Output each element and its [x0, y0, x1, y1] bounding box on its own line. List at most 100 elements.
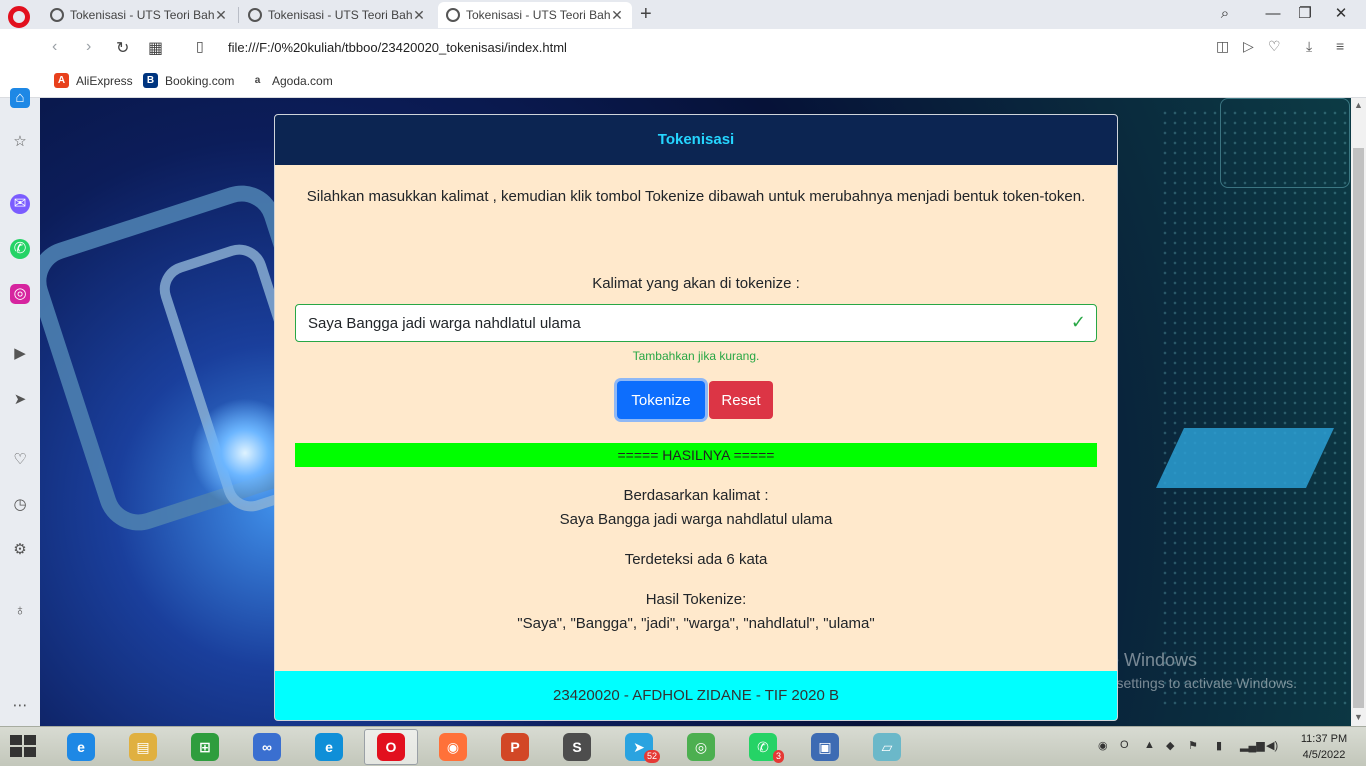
infinity-app-icon: ∞ [253, 733, 281, 761]
globe-icon [50, 8, 64, 22]
file-explorer-icon: ▤ [129, 733, 157, 761]
close-window-icon[interactable]: ✕ [1326, 2, 1356, 26]
bookmark-agoda[interactable]: a Agoda.com [250, 73, 333, 88]
start-windows-icon[interactable] [10, 735, 38, 759]
heart-icon[interactable]: ♡ [1268, 38, 1281, 55]
taskbar-app-telegram[interactable]: ➤ 52 [612, 729, 666, 765]
browser-tab-3-active[interactable]: Tokenisasi - UTS Teori Baha ✕ [438, 2, 632, 28]
close-tab-icon[interactable]: ✕ [610, 7, 624, 24]
taskbar-app-internet-explorer[interactable]: e [54, 729, 108, 765]
tray-network-icon[interactable]: ▂▄▆ [1240, 739, 1265, 752]
based-on-sentence: Saya Bangga jadi warga nahdlatul ulama [559, 511, 833, 528]
url-field[interactable]: file:///F:/0%20kuliah/tbboo/23420020_tok… [228, 40, 567, 55]
whatsapp-sidebar-icon[interactable]: ✆ [10, 239, 30, 259]
agoda-icon: a [250, 73, 265, 88]
tray-flag-icon[interactable]: ⚑ [1188, 739, 1198, 752]
taskbar-app-edge[interactable]: e [302, 729, 356, 765]
system-clock[interactable]: 11:37 PM 4/5/2022 [1290, 731, 1358, 763]
new-tab-icon[interactable]: + [640, 3, 652, 26]
pinboard-heart-icon[interactable]: ♡ [10, 450, 30, 470]
browser-tab-1[interactable]: Tokenisasi - UTS Teori Baha ✕ [42, 2, 236, 28]
page-scrollbar[interactable]: ▲ ▼ [1351, 98, 1366, 726]
windows-taskbar: e ▤ ⊞ ∞ e O ◉ P S ➤ 52 ◎ ✆ 3 ▣ ▱ ◉ O ▲ ◆ ⚑ ▮ ▂▄▆ ◀) 11:… [0, 726, 1366, 766]
bookmarks-bar: A AliExpress B Booking.com a Agoda.com [0, 67, 1366, 98]
tokens-label: Hasil Tokenize: [645, 591, 747, 608]
forward-icon[interactable]: › [86, 38, 91, 56]
close-tab-icon[interactable]: ✕ [214, 7, 228, 24]
scrollbar-thumb[interactable] [1353, 148, 1364, 708]
back-icon[interactable]: ‹ [52, 38, 57, 56]
player-icon[interactable]: ▶ [10, 344, 30, 364]
instagram-icon[interactable]: ◎ [10, 284, 30, 304]
address-bar: ‹ › ↻ ▦ ▯ file:///F:/0%20kuliah/tbboo/23… [0, 29, 1366, 67]
tab-separator [238, 7, 239, 23]
sublime-icon: S [563, 733, 591, 761]
intro-text: Silahkan masukkan kalimat , kemudian kli… [306, 188, 1086, 205]
clock-date: 4/5/2022 [1302, 749, 1346, 761]
store-icon: ⊞ [191, 733, 219, 761]
taskbar-app-firefox[interactable]: ◉ [426, 729, 480, 765]
history-icon[interactable]: ◷ [10, 495, 30, 515]
browser-tab-2[interactable]: Tokenisasi - UTS Teori Baha ✕ [240, 2, 434, 28]
tray-shield-icon[interactable]: ◆ [1166, 739, 1174, 752]
sentence-input[interactable] [296, 305, 1056, 341]
background-hex [1220, 98, 1350, 188]
more-icon[interactable]: ⋯ [10, 696, 30, 716]
clock-time: 11:37 PM [1300, 733, 1348, 745]
tray-notification-icon[interactable]: ◉ [1098, 739, 1108, 752]
scroll-up-icon[interactable]: ▲ [1353, 100, 1364, 110]
result-header: ===== HASILNYA ===== [295, 443, 1097, 467]
background-arrow [1156, 428, 1334, 488]
minimize-icon[interactable]: — [1258, 2, 1288, 26]
messenger-icon[interactable]: ✉ [10, 194, 30, 214]
bookmark-aliexpress[interactable]: A AliExpress [54, 73, 133, 88]
flow-send-icon[interactable]: ➤ [10, 390, 30, 410]
send-icon[interactable]: ▷ [1243, 38, 1254, 55]
taskbar-app-powerpoint[interactable]: P [488, 729, 542, 765]
tray-volume-icon[interactable]: ◀) [1266, 739, 1278, 752]
taskbar-app-virtualbox[interactable]: ▣ [798, 729, 852, 765]
internet-explorer-icon: e [67, 733, 95, 761]
tokens-result: "Saya", "Bangga", "jadi", "warga", "nahd… [517, 615, 875, 632]
bookmarks-star-icon[interactable]: ☆ [10, 132, 30, 152]
tray-triangle-icon[interactable]: ▲ [1144, 739, 1155, 751]
reload-icon[interactable]: ↻ [116, 38, 129, 58]
edge-icon: e [315, 733, 343, 761]
reset-button[interactable]: Reset [709, 381, 773, 419]
taskbar-app-notes[interactable]: ▱ [860, 729, 914, 765]
download-icon[interactable]: ⤓ [1306, 38, 1312, 55]
tray-battery-icon[interactable]: ▮ [1216, 739, 1222, 752]
tray-opera-icon[interactable]: O [1120, 739, 1129, 751]
settings-gear-icon[interactable]: ⚙ [10, 540, 30, 560]
taskbar-app-infinity-app[interactable]: ∞ [240, 729, 294, 765]
close-tab-icon[interactable]: ✕ [412, 7, 426, 24]
word-count: Terdeteksi ada 6 kata [624, 551, 768, 568]
unread-badge: 3 [772, 750, 784, 763]
taskbar-app-opera[interactable]: O [364, 729, 418, 765]
help-text: Tambahkan jika kurang. [632, 349, 760, 363]
taskbar-app-sublime[interactable]: S [550, 729, 604, 765]
speed-dial-icon[interactable]: ▦ [148, 38, 163, 58]
taskbar-app-chrome[interactable]: ◎ [674, 729, 728, 765]
search-tabs-icon[interactable]: ⌕ [1210, 2, 1240, 26]
opera-icon: O [377, 733, 405, 761]
file-page-icon: ▯ [196, 38, 204, 54]
opera-menu-icon[interactable] [8, 6, 30, 28]
tokenisasi-card: Tokenisasi Silahkan masukkan kalimat , k… [274, 114, 1118, 721]
powerpoint-icon: P [501, 733, 529, 761]
scroll-down-icon[interactable]: ▼ [1353, 712, 1364, 722]
bookmark-label: Agoda.com [272, 73, 333, 88]
bookmark-booking[interactable]: B Booking.com [143, 73, 234, 88]
taskbar-app-file-explorer[interactable]: ▤ [116, 729, 170, 765]
unread-badge: 52 [643, 750, 660, 763]
snapshot-icon[interactable]: ◫ [1216, 38, 1229, 55]
taskbar-app-whatsapp[interactable]: ✆ 3 [736, 729, 790, 765]
easy-setup-icon[interactable]: ≡ [1336, 38, 1344, 54]
tips-lightbulb-icon[interactable]: ♁ [10, 601, 30, 621]
virtualbox-icon: ▣ [811, 733, 839, 761]
globe-icon [248, 8, 262, 22]
tokenize-button[interactable]: Tokenize [617, 381, 705, 419]
home-icon[interactable]: ⌂ [10, 88, 30, 108]
taskbar-app-store[interactable]: ⊞ [178, 729, 232, 765]
maximize-icon[interactable]: ❐ [1290, 2, 1320, 26]
